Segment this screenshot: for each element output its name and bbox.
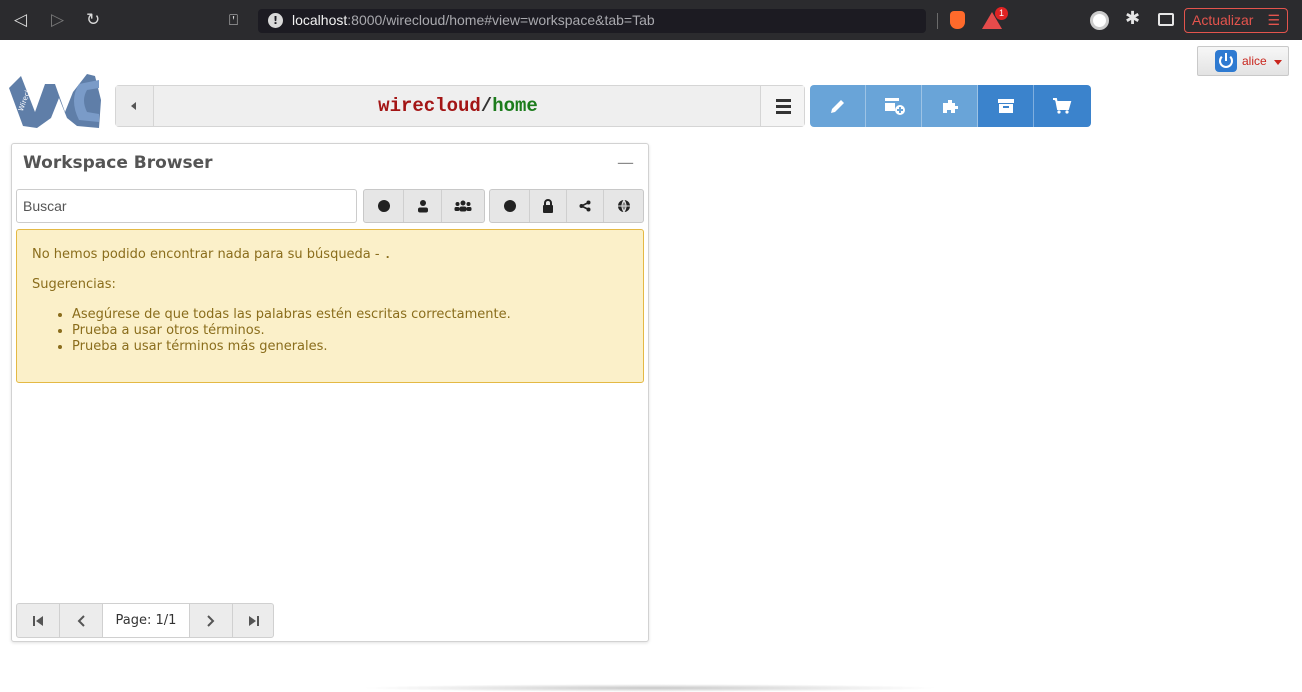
previous-page-button[interactable]	[60, 604, 103, 637]
search-query: .	[383, 247, 392, 262]
last-page-icon	[248, 615, 259, 626]
suggestions-list: Asegúrese de que todas las palabras esté…	[72, 307, 511, 355]
address-bar[interactable]: ! localhost:8000/wirecloud/home#view=wor…	[258, 9, 926, 33]
bottom-shadow	[360, 684, 940, 692]
menu-icon: ☰	[1267, 12, 1280, 28]
reload-icon[interactable]: ↻	[86, 10, 100, 30]
toolbar-divider	[937, 13, 938, 29]
filter-all-visibility-button[interactable]	[490, 190, 530, 222]
page-indicator: Page: 1/1	[103, 604, 190, 637]
filter-public-button[interactable]	[604, 190, 643, 222]
chevron-right-icon	[207, 614, 215, 627]
search-input[interactable]	[16, 189, 357, 223]
suggestion-item: Prueba a usar términos más generales.	[72, 339, 511, 355]
filter-groups-button[interactable]	[442, 190, 484, 222]
filter-mine-button[interactable]	[404, 190, 442, 222]
share-icon	[579, 200, 591, 212]
all-visibility-icon	[503, 200, 516, 212]
lock-icon	[543, 199, 553, 213]
minimize-icon[interactable]: —	[617, 153, 634, 173]
update-button[interactable]: Actualizar ☰	[1184, 8, 1288, 33]
archive-icon	[998, 99, 1014, 113]
panel-title: Workspace Browser	[23, 153, 213, 173]
forward-icon[interactable]: ▷	[51, 10, 64, 30]
visibility-filter-group	[489, 189, 644, 223]
user-icon	[417, 200, 428, 213]
filter-shared-button[interactable]	[567, 190, 604, 222]
filter-all-owners-button[interactable]	[364, 190, 404, 222]
caret-down-icon	[1274, 60, 1282, 65]
wallet-icon[interactable]	[1158, 13, 1174, 26]
user-name: alice	[1242, 54, 1267, 68]
add-widget-button[interactable]	[866, 85, 922, 127]
chevron-left-icon	[77, 614, 85, 627]
notification-badge: 1	[995, 7, 1008, 20]
next-page-button[interactable]	[190, 604, 233, 637]
back-button[interactable]	[116, 86, 154, 126]
my-resources-button[interactable]	[978, 85, 1034, 127]
edit-button[interactable]	[810, 85, 866, 127]
last-page-button[interactable]	[233, 604, 274, 637]
group-icon	[454, 200, 472, 212]
back-icon[interactable]: ◁	[14, 10, 27, 30]
workspace-browser-panel: Workspace Browser — No hemos podido enco…	[11, 143, 649, 642]
update-label: Actualizar	[1192, 12, 1254, 28]
workspace-title: wirecloud/home	[154, 86, 762, 126]
puzzle-icon	[943, 100, 958, 113]
workspace-name: home	[492, 95, 538, 117]
workspace-toolbar	[810, 85, 1091, 127]
hamburger-icon-bar	[776, 111, 791, 114]
user-menu-button[interactable]: alice	[1197, 46, 1289, 76]
brave-shield-icon[interactable]	[950, 11, 965, 29]
wirecloud-logo: Wirecloud	[9, 74, 101, 128]
marketplace-button[interactable]	[1034, 85, 1091, 127]
wiring-button[interactable]	[922, 85, 978, 127]
power-icon	[1215, 50, 1237, 72]
filter-private-button[interactable]	[530, 190, 567, 222]
url-text[interactable]: localhost:8000/wirecloud/home#view=works…	[292, 12, 655, 28]
hamburger-icon-bar	[776, 105, 791, 108]
browser-toolbar: ◁ ▷ ↻ ⍞ ! localhost:8000/wirecloud/home#…	[0, 0, 1302, 40]
pencil-icon	[831, 100, 844, 113]
site-info-icon[interactable]: !	[268, 13, 283, 28]
owner-filter-group	[363, 189, 485, 223]
suggestion-item: Prueba a usar otros términos.	[72, 323, 511, 339]
pagination: Page: 1/1	[16, 603, 274, 638]
extensions-puzzle-icon[interactable]: ✱	[1125, 8, 1140, 29]
workspace-header: wirecloud/home	[115, 85, 805, 127]
no-results-alert: No hemos podido encontrar nada para su b…	[16, 229, 644, 383]
no-results-message: No hemos podido encontrar nada para su b…	[32, 247, 392, 262]
path-separator: /	[480, 95, 493, 117]
all-owners-icon	[377, 200, 390, 212]
suggestions-title: Sugerencias:	[32, 277, 116, 292]
no-results-text: No hemos podido encontrar nada para su b…	[32, 247, 384, 262]
globe-icon	[617, 199, 630, 213]
workspace-owner: wirecloud	[378, 95, 481, 117]
first-page-icon	[33, 615, 43, 626]
hamburger-icon	[776, 99, 791, 102]
first-page-button[interactable]	[17, 604, 60, 637]
bookmark-icon[interactable]: ⍞	[229, 10, 238, 30]
workspace-menu-button[interactable]	[760, 86, 804, 126]
extension-icon[interactable]	[1090, 11, 1109, 30]
suggestion-item: Asegúrese de que todas las palabras esté…	[72, 307, 511, 323]
add-widget-icon	[885, 98, 905, 115]
cart-icon	[1053, 98, 1072, 114]
